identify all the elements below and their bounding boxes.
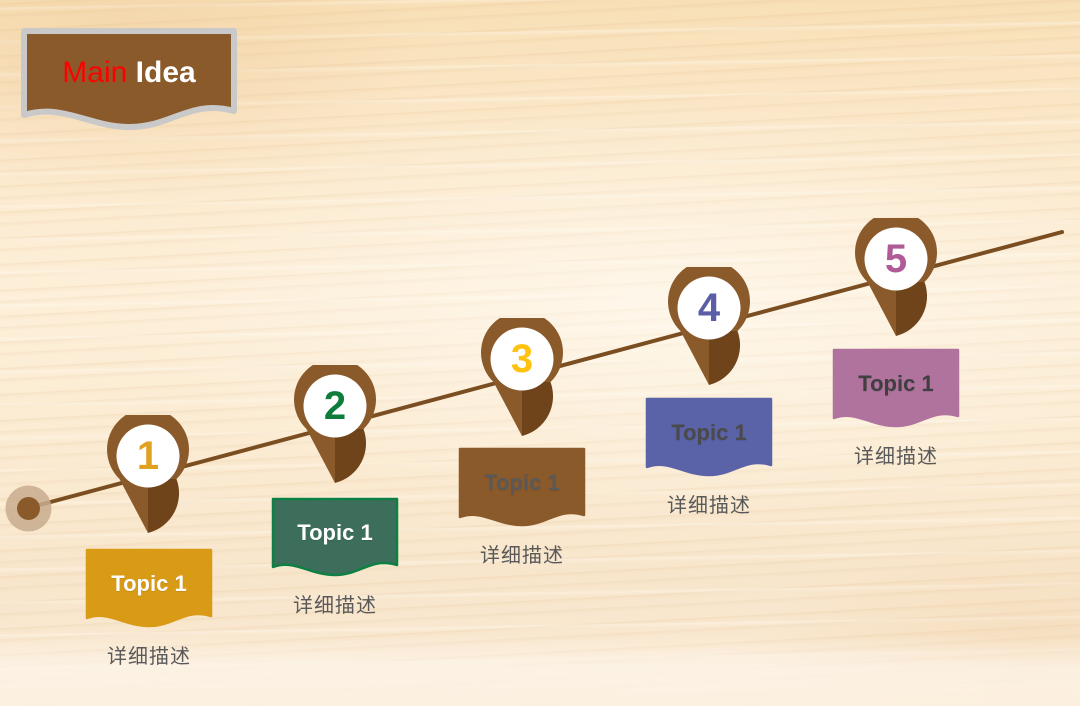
main-idea-banner[interactable]: Main Idea <box>20 27 238 130</box>
slide-canvas: 1 Topic 1 详细描述 2 Topic 1 详细描述 3 Topic 1 … <box>0 0 1080 706</box>
card-description-2: 详细描述 <box>293 593 377 617</box>
card-description-1: 详细描述 <box>107 644 191 668</box>
topic-card-1[interactable]: Topic 1 详细描述 <box>85 548 213 668</box>
timeline-start-dot <box>5 485 52 532</box>
topic-card-4[interactable]: Topic 1 详细描述 <box>645 397 773 517</box>
card-description-5: 详细描述 <box>854 444 938 468</box>
card-shape-2 <box>271 497 399 577</box>
timeline-pin-3[interactable]: 3 <box>472 318 572 436</box>
banner-title-idea: Idea <box>127 56 196 89</box>
pin-number-5: 5 <box>884 237 908 281</box>
banner-title: Main Idea <box>20 53 238 93</box>
timeline-pin-5[interactable]: 5 <box>846 218 946 336</box>
topic-card-2[interactable]: Topic 1 详细描述 <box>271 497 399 617</box>
pin-number-2: 2 <box>323 384 347 428</box>
pin-number-3: 3 <box>510 337 534 381</box>
banner-title-main: Main <box>62 56 128 89</box>
card-description-3: 详细描述 <box>480 543 564 567</box>
card-shape-1 <box>85 548 213 628</box>
card-description-4: 详细描述 <box>667 493 751 517</box>
card-shape-4 <box>645 397 773 477</box>
timeline-pin-2[interactable]: 2 <box>285 365 385 483</box>
timeline-pin-1[interactable]: 1 <box>98 415 198 533</box>
pin-number-1: 1 <box>136 434 160 478</box>
card-shape-5 <box>832 348 960 428</box>
timeline-pin-4[interactable]: 4 <box>659 267 759 385</box>
card-shape-3 <box>458 447 586 527</box>
pin-number-4: 4 <box>697 286 721 330</box>
topic-card-3[interactable]: Topic 1 详细描述 <box>458 447 586 567</box>
topic-card-5[interactable]: Topic 1 详细描述 <box>832 348 960 468</box>
